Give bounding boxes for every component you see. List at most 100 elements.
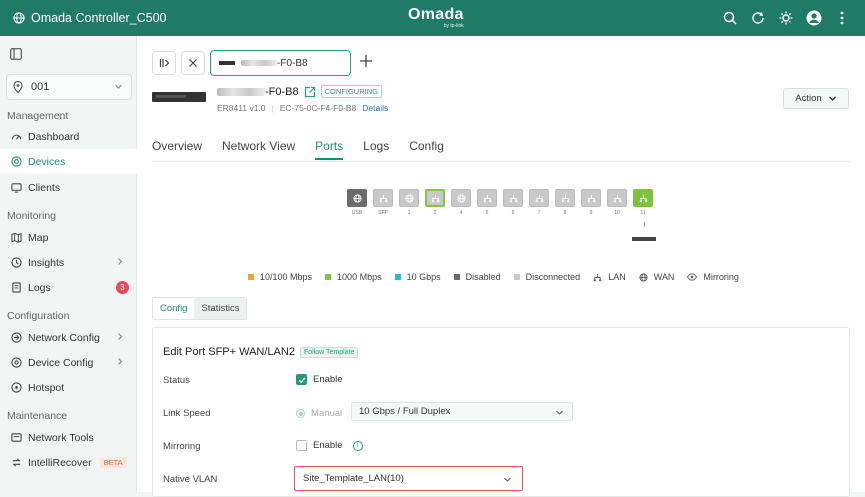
manual-radio[interactable]: Manual bbox=[296, 408, 342, 419]
native-vlan-label: Native VLAN bbox=[163, 474, 218, 485]
brightness-icon[interactable] bbox=[777, 9, 795, 27]
lan-icon bbox=[593, 273, 602, 281]
sidebar-item-map[interactable]: Map bbox=[0, 225, 137, 250]
legend-1000: 1000 Mbps bbox=[325, 272, 382, 282]
search-icon[interactable] bbox=[721, 9, 739, 27]
follow-template-tag: Follow Template bbox=[299, 346, 359, 358]
device-tab[interactable]: -F0-B8 bbox=[210, 50, 351, 76]
port-connector-line bbox=[644, 222, 645, 227]
lan-icon bbox=[431, 194, 439, 202]
sidebar-item-logs[interactable]: Logs 3 bbox=[0, 275, 137, 300]
legend-swatch bbox=[394, 274, 401, 280]
usb-globe-icon bbox=[352, 193, 362, 203]
legend-swatch bbox=[513, 274, 520, 280]
device-tab-label: -F0-B8 bbox=[277, 57, 308, 69]
location-pin-icon bbox=[13, 81, 23, 93]
devices-icon bbox=[11, 156, 22, 167]
port-9[interactable]: 9 bbox=[581, 189, 601, 216]
chevron-down-icon bbox=[504, 477, 511, 482]
edit-port-title: Edit Port SFP+ WAN/LAN2 Follow Template bbox=[163, 346, 359, 358]
tab-logs[interactable]: Logs bbox=[363, 139, 389, 160]
legend-wan: WAN bbox=[639, 272, 674, 282]
native-vlan-select[interactable]: Site_Template_LAN(10) bbox=[294, 466, 523, 491]
chevron-down-icon bbox=[828, 96, 836, 101]
site-selector[interactable]: 001 bbox=[6, 74, 132, 100]
subtab-config[interactable]: Config bbox=[153, 298, 195, 319]
wan-globe-icon bbox=[404, 193, 414, 203]
legend-swatch bbox=[248, 274, 254, 280]
device-config-icon bbox=[11, 357, 22, 368]
sidebar-item-clients[interactable]: Clients bbox=[0, 175, 137, 200]
main-content: -F0-B8 -F0-B8 CONFIGURING ER8411 v1.0 | … bbox=[137, 36, 865, 497]
close-panel-button[interactable] bbox=[181, 51, 205, 75]
sidebar-item-devices[interactable]: Devices bbox=[0, 149, 137, 174]
sidebar-item-insights[interactable]: Insights bbox=[0, 250, 137, 275]
port-5[interactable]: 5 bbox=[477, 189, 497, 216]
sidebar-item-dashboard[interactable]: Dashboard bbox=[0, 124, 137, 149]
chevron-right-icon bbox=[118, 258, 123, 265]
port-11[interactable]: 11 bbox=[633, 189, 653, 216]
port-2[interactable]: 2 bbox=[425, 189, 445, 216]
mirroring-enable-checkbox[interactable]: Enable i bbox=[296, 440, 363, 451]
section-monitoring: Monitoring bbox=[7, 210, 57, 222]
port-8[interactable]: 8 bbox=[555, 189, 575, 216]
network-config-icon bbox=[11, 332, 22, 343]
subtab-statistics[interactable]: Statistics bbox=[194, 298, 247, 319]
edit-port-panel: Edit Port SFP+ WAN/LAN2 Follow Template … bbox=[152, 327, 850, 497]
legend-10-100: 10/100 Mbps bbox=[248, 272, 312, 282]
sidebar-item-intellirecover[interactable]: IntelliRecover BETA bbox=[0, 450, 137, 475]
port-7[interactable]: 7 bbox=[529, 189, 549, 216]
tab-config[interactable]: Config bbox=[409, 139, 444, 160]
tab-overview[interactable]: Overview bbox=[152, 139, 202, 160]
controller-name: Omada Controller_C500 bbox=[31, 11, 167, 25]
checkbox-unchecked[interactable] bbox=[296, 440, 307, 451]
device-name-row: -F0-B8 CONFIGURING bbox=[217, 85, 382, 98]
refresh-icon[interactable] bbox=[749, 9, 767, 27]
legend-10g: 10 Gbps bbox=[394, 272, 441, 282]
wan-globe-icon bbox=[456, 193, 466, 203]
port-6[interactable]: 6 bbox=[503, 189, 523, 216]
legend-disabled: Disabled bbox=[453, 272, 501, 282]
intellirecover-icon bbox=[12, 458, 21, 467]
radio-manual[interactable] bbox=[296, 409, 305, 418]
port-1[interactable]: 1 bbox=[399, 189, 419, 216]
info-icon[interactable]: i bbox=[352, 440, 363, 451]
clients-icon bbox=[11, 183, 22, 193]
external-link-icon[interactable] bbox=[304, 86, 316, 98]
tab-ports[interactable]: Ports bbox=[315, 139, 344, 160]
tab-network-view[interactable]: Network View bbox=[222, 139, 295, 160]
network-tools-icon bbox=[11, 433, 22, 442]
redacted-device-name bbox=[241, 60, 277, 66]
port-legend: 10/100 Mbps 1000 Mbps 10 Gbps Disabled D… bbox=[248, 272, 739, 282]
controller-brand[interactable]: Omada Controller_C500 bbox=[13, 11, 167, 25]
section-management: Management bbox=[7, 110, 69, 122]
port-10[interactable]: 10 bbox=[607, 189, 627, 216]
lan-icon bbox=[509, 194, 517, 202]
action-button[interactable]: Action bbox=[783, 88, 849, 109]
sidebar-item-hotspot[interactable]: Hotspot bbox=[0, 375, 137, 400]
sidebar-item-network-tools[interactable]: Network Tools bbox=[0, 425, 137, 450]
eye-icon bbox=[687, 273, 698, 281]
lan-icon bbox=[639, 194, 647, 202]
lan-icon bbox=[613, 194, 621, 202]
device-thumbnail bbox=[219, 61, 235, 65]
add-tab-icon[interactable] bbox=[359, 54, 373, 71]
status-enable-checkbox[interactable]: Enable bbox=[296, 374, 343, 385]
sidebar: 001 Management Dashboard Devices Clients… bbox=[0, 36, 137, 492]
hotspot-icon bbox=[11, 382, 22, 393]
checkbox-checked[interactable] bbox=[296, 374, 307, 385]
port-usb[interactable]: USB bbox=[347, 189, 367, 216]
details-link[interactable]: Details bbox=[362, 103, 388, 113]
link-speed-select[interactable]: 10 Gbps / Full Duplex bbox=[351, 402, 573, 421]
collapse-panel-button[interactable] bbox=[152, 51, 176, 75]
port-4[interactable]: 4 bbox=[451, 189, 471, 216]
sidebar-toggle-icon[interactable] bbox=[10, 48, 22, 63]
sidebar-item-device-config[interactable]: Device Config bbox=[0, 350, 137, 375]
avatar[interactable] bbox=[805, 9, 823, 27]
device-tabs: Overview Network View Ports Logs Config bbox=[152, 139, 464, 160]
more-icon[interactable] bbox=[833, 9, 851, 27]
legend-disconnected: Disconnected bbox=[513, 272, 580, 282]
section-configuration: Configuration bbox=[7, 310, 70, 322]
port-sfp[interactable]: SFP bbox=[373, 189, 393, 216]
sidebar-item-network-config[interactable]: Network Config bbox=[0, 325, 137, 350]
